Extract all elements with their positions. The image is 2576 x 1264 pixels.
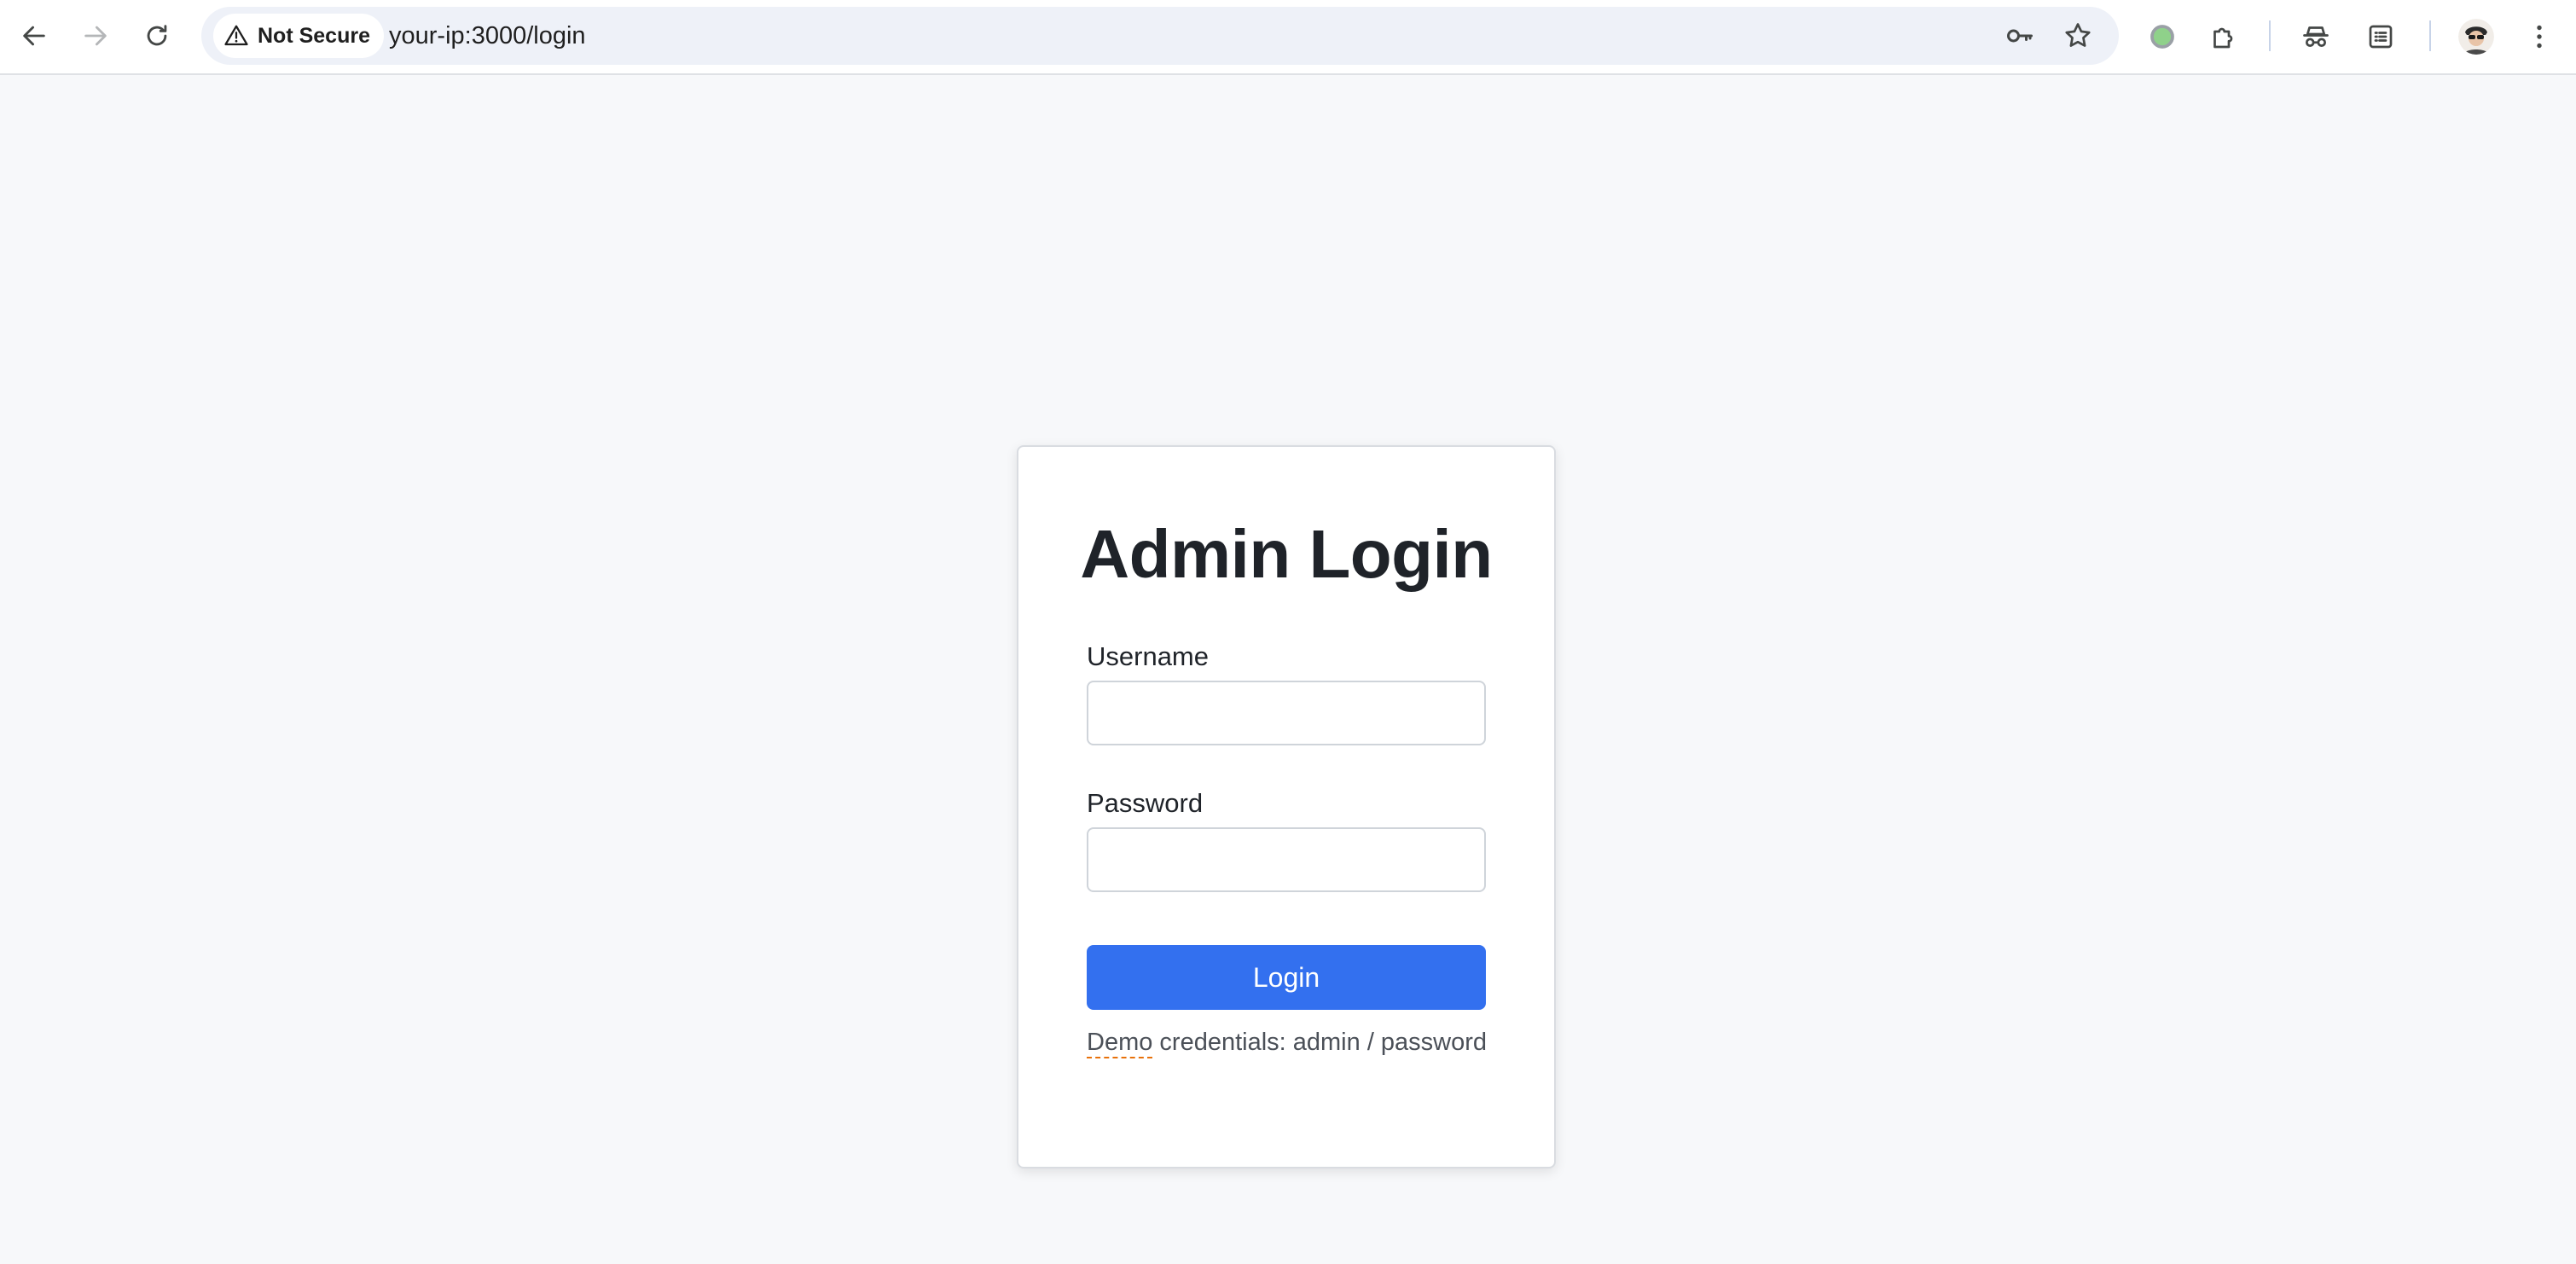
- green-dot-icon: [2150, 25, 2174, 49]
- security-label: Not Secure: [258, 23, 370, 48]
- hint-text: credentials: admin / password: [1152, 1029, 1488, 1056]
- key-icon: [2007, 29, 2033, 43]
- password-manager-button[interactable]: [2003, 19, 2037, 53]
- profile-avatar-icon: [2458, 19, 2494, 55]
- warning-triangle-icon: [224, 25, 248, 46]
- reload-button[interactable]: [136, 15, 177, 56]
- address-bar[interactable]: Not Secure your-ip:3000/login: [201, 7, 2119, 65]
- login-card: Admin Login Username Password Login Demo…: [1017, 445, 1556, 1168]
- page-content: Admin Login Username Password Login Demo…: [0, 75, 2576, 1264]
- password-input[interactable]: [1087, 827, 1486, 892]
- browser-menu-button[interactable]: [2520, 17, 2559, 56]
- extension-status-button[interactable]: [2143, 17, 2182, 56]
- username-label: Username: [1087, 641, 1209, 671]
- login-button[interactable]: Login: [1087, 945, 1486, 1010]
- username-input[interactable]: [1087, 681, 1486, 745]
- forward-button[interactable]: [75, 15, 116, 56]
- bookmark-button[interactable]: [2061, 19, 2095, 53]
- toolbar-divider: [2429, 20, 2431, 51]
- hint-word: Demo: [1087, 1029, 1153, 1056]
- arrow-right-icon: [84, 26, 107, 46]
- profile-avatar[interactable]: [2458, 19, 2494, 55]
- puzzle-icon: [2213, 27, 2233, 49]
- arrow-left-icon: [23, 26, 45, 46]
- page-title: Admin Login: [1080, 516, 1493, 592]
- url-text[interactable]: your-ip:3000/login: [389, 22, 586, 50]
- incognito-button[interactable]: [2296, 17, 2335, 56]
- reload-icon: [147, 25, 167, 46]
- star-icon: [2065, 23, 2091, 47]
- security-indicator[interactable]: Not Secure: [213, 14, 384, 58]
- browser-toolbar: Not Secure your-ip:3000/login: [0, 0, 2576, 75]
- incognito-icon: [2303, 26, 2329, 47]
- demo-credentials-hint: Demo credentials: admin / password: [1087, 1029, 1488, 1057]
- toolbar-divider: [2269, 20, 2271, 51]
- reading-list-button[interactable]: [2361, 17, 2400, 56]
- back-button[interactable]: [14, 15, 55, 56]
- reading-list-icon: [2369, 25, 2393, 49]
- kebab-menu-icon: [2537, 25, 2542, 49]
- password-label: Password: [1087, 788, 1204, 818]
- extensions-button[interactable]: [2204, 17, 2243, 56]
